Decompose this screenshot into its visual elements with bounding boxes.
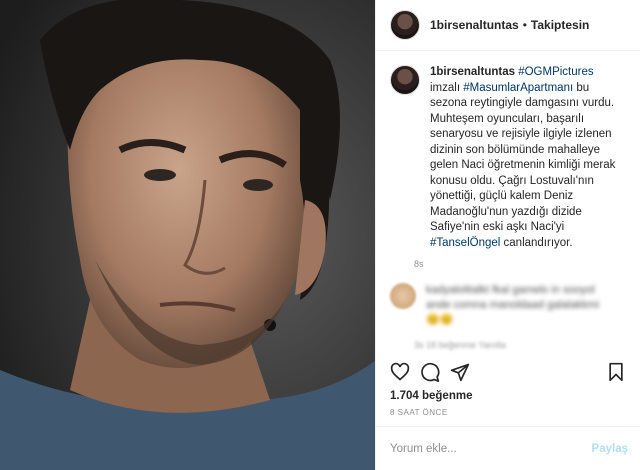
comment-meta: 3s 18 beğenme Yanıtla bbox=[414, 340, 506, 350]
post-header: 1birsenaltuntas • Takiptesin bbox=[376, 0, 640, 51]
caption-text-2: bu sezona reytingiyle damgasını vurdu. M… bbox=[430, 81, 616, 234]
heart-icon[interactable] bbox=[390, 362, 410, 382]
caption-avatar[interactable] bbox=[390, 65, 420, 95]
caption-username[interactable]: 1birsenaltuntas bbox=[430, 66, 515, 78]
caption-time: 8s bbox=[414, 259, 424, 269]
separator-dot: • bbox=[522, 18, 527, 32]
caption-text-1: imzalı bbox=[430, 81, 464, 94]
post-comment-button[interactable]: Paylaş bbox=[592, 443, 628, 455]
post-time-ago: 8 SAAT ÖNCE bbox=[390, 408, 448, 417]
share-icon[interactable] bbox=[450, 362, 470, 382]
portrait-image bbox=[0, 0, 375, 470]
bookmark-icon[interactable] bbox=[606, 362, 626, 382]
post-photo[interactable] bbox=[0, 0, 375, 470]
comment-icon[interactable] bbox=[420, 362, 440, 382]
post-side-panel: 1birsenaltuntas • Takiptesin 1birsenaltu… bbox=[375, 0, 640, 470]
caption-text-3: canlandırıyor. bbox=[500, 236, 573, 249]
avatar[interactable] bbox=[390, 10, 420, 40]
comment-text: kadyalolitalkt fkal gamelo in sooyol and… bbox=[426, 284, 600, 326]
divider bbox=[376, 426, 640, 427]
likes-count[interactable]: 1.704 beğenme bbox=[390, 390, 472, 402]
comment-input[interactable]: Yorum ekle... bbox=[390, 443, 457, 455]
action-bar bbox=[390, 360, 626, 386]
hashtag-tanselongel[interactable]: #TanselÖngel bbox=[430, 237, 500, 249]
comment-item: kadyalolitalkt fkal gamelo in sooyol and… bbox=[376, 269, 640, 328]
header-username[interactable]: 1birsenaltuntas bbox=[430, 18, 519, 32]
caption-text: 1birsenaltuntas #OGMPictures imzalı #Mas… bbox=[430, 65, 626, 251]
caption: 1birsenaltuntas #OGMPictures imzalı #Mas… bbox=[376, 51, 640, 251]
hashtag-masumlarapartmani[interactable]: #MasumlarApartmanı bbox=[463, 82, 573, 94]
comment-avatar[interactable] bbox=[390, 283, 416, 309]
follow-status-button[interactable]: Takiptesin bbox=[531, 18, 589, 32]
hashtag-ogmpictures[interactable]: #OGMPictures bbox=[518, 66, 593, 78]
